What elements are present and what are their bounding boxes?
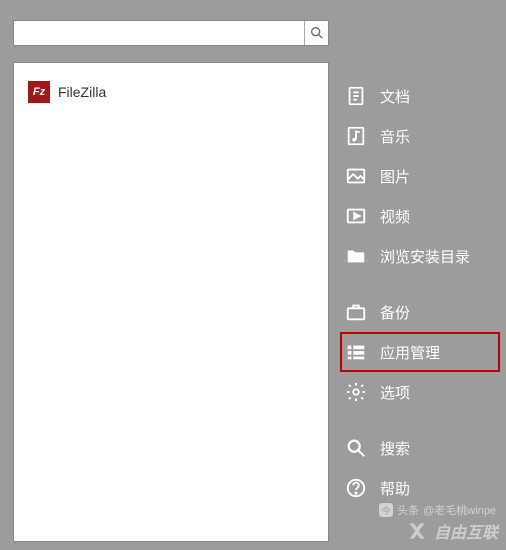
menu-item-docs[interactable]: 文档: [340, 76, 500, 116]
help-icon: [344, 476, 368, 500]
filezilla-icon: Fz: [28, 81, 50, 103]
app-item-filezilla[interactable]: Fz FileZilla: [28, 81, 314, 103]
menu-label: 文档: [380, 86, 410, 107]
menu-label: 选项: [380, 382, 410, 403]
menu-item-browse-install[interactable]: 浏览安装目录: [340, 236, 500, 276]
search-bar: [13, 20, 329, 46]
menu-label: 帮助: [380, 478, 410, 499]
menu-label: 浏览安装目录: [380, 246, 470, 267]
attribution-prefix: 头条: [397, 502, 419, 518]
document-icon: [344, 84, 368, 108]
menu-item-music[interactable]: 音乐: [340, 116, 500, 156]
picture-icon: [344, 164, 368, 188]
menu-label: 视频: [380, 206, 410, 227]
side-menu: 文档 音乐 图片 视频: [340, 76, 500, 508]
search-icon: [344, 436, 368, 460]
watermark-icon: [404, 518, 430, 544]
menu-item-backup[interactable]: 备份: [340, 292, 500, 332]
attribution-icon: 今: [379, 503, 393, 517]
app-list-panel: Fz FileZilla: [13, 62, 329, 542]
folder-icon: [344, 244, 368, 268]
menu-label: 应用管理: [380, 342, 440, 363]
menu-label: 备份: [380, 302, 410, 323]
menu-item-pictures[interactable]: 图片: [340, 156, 500, 196]
video-icon: [344, 204, 368, 228]
gear-icon: [344, 380, 368, 404]
menu-item-search[interactable]: 搜索: [340, 428, 500, 468]
search-button[interactable]: [304, 21, 328, 45]
menu-item-options[interactable]: 选项: [340, 372, 500, 412]
watermark: 自由互联: [404, 518, 498, 544]
menu-item-video[interactable]: 视频: [340, 196, 500, 236]
menu-label: 搜索: [380, 438, 410, 459]
list-icon: [344, 340, 368, 364]
search-input[interactable]: [14, 21, 304, 45]
menu-label: 图片: [380, 166, 410, 187]
attribution-user: @老毛桃winpe: [423, 502, 496, 518]
attribution: 今 头条 @老毛桃winpe: [379, 502, 496, 518]
watermark-text: 自由互联: [434, 519, 498, 543]
menu-label: 音乐: [380, 126, 410, 147]
music-icon: [344, 124, 368, 148]
app-item-label: FileZilla: [58, 84, 106, 100]
menu-item-app-manage[interactable]: 应用管理: [340, 332, 500, 372]
magnifier-icon: [309, 25, 325, 41]
briefcase-icon: [344, 300, 368, 324]
